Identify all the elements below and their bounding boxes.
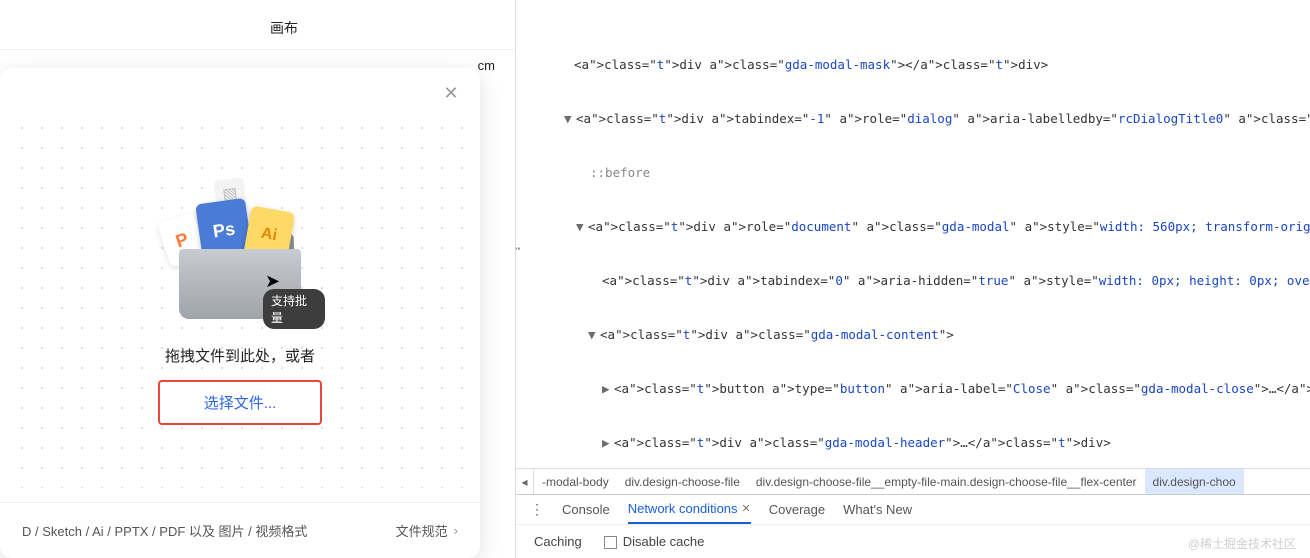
dom-line[interactable]: <a">class="t">div a">class="gda-modal-he… — [614, 435, 1111, 450]
disable-cache-label: Disable cache — [623, 534, 705, 549]
caching-label: Caching — [534, 534, 582, 549]
breadcrumb-item[interactable]: div.design-choose-file__empty-file-main.… — [748, 469, 1145, 494]
supported-formats: D / Sketch / Ai / PPTX / PDF 以及 图片 / 视频格… — [22, 521, 307, 540]
elements-tree[interactable]: ⋯ <a">class="t">div a">class="gda-modal-… — [516, 0, 1310, 468]
unit-label: cm — [478, 58, 495, 73]
drop-hint-text: 拖拽文件到此处，或者 — [165, 345, 315, 366]
tab-console[interactable]: Console — [562, 495, 610, 524]
topbar: 画布 — [0, 0, 515, 50]
dom-line[interactable]: <a">class="t">div a">class="gda-modal-ma… — [574, 57, 1048, 72]
drop-area[interactable]: ▧ P Ps Ai ➤ 支持批量 拖拽文件到此处，或者 选择文件... — [12, 118, 468, 488]
dom-line[interactable]: <a">class="t">button a">type="button" a"… — [614, 381, 1310, 396]
gutter-menu-icon[interactable]: ⋯ — [516, 240, 518, 258]
tab-coverage[interactable]: Coverage — [769, 495, 825, 524]
file-illustration: ▧ P Ps Ai ➤ 支持批量 — [155, 171, 325, 321]
disable-cache-checkbox[interactable]: Disable cache — [604, 534, 705, 549]
dom-line[interactable]: <a">class="t">div a">tabindex="-1" a">ro… — [576, 111, 1310, 126]
dom-line[interactable]: <a">class="t">div a">tabindex="0" a">ari… — [602, 273, 1310, 288]
tab-network-conditions[interactable]: Network conditions ✕ — [628, 495, 751, 524]
breadcrumb-prev-icon[interactable]: ◂ — [516, 469, 534, 494]
dom-line[interactable]: <a">class="t">div a">role="document" a">… — [588, 219, 1310, 234]
devtools-panel: ⋯ <a">class="t">div a">class="gda-modal-… — [515, 0, 1310, 558]
close-tab-icon[interactable]: ✕ — [742, 502, 751, 515]
close-icon[interactable]: ✕ — [440, 82, 462, 104]
dom-pseudo: ::before — [590, 165, 650, 180]
tab-label: Network conditions — [628, 501, 738, 516]
file-spec-link[interactable]: 文件规范 — [396, 521, 458, 540]
choose-file-button[interactable]: 选择文件... — [158, 380, 323, 425]
breadcrumb: ◂ -modal-body div.design-choose-file div… — [516, 468, 1310, 494]
batch-badge: 支持批量 — [263, 289, 325, 329]
upload-modal: ✕ ▧ P Ps Ai ➤ 支持批量 拖拽文件到此处，或者 选择文件... D … — [0, 68, 480, 558]
drawer-menu-icon[interactable]: ⋮ — [530, 501, 544, 518]
tab-whats-new[interactable]: What's New — [843, 495, 912, 524]
app-left-panel: 画布 cm ✕ ▧ P Ps Ai ➤ 支持批量 拖拽文件到此处，或者 选择文件… — [0, 0, 515, 558]
breadcrumb-item[interactable]: div.design-choose-file — [617, 469, 748, 494]
breadcrumb-item[interactable]: -modal-body — [534, 469, 617, 494]
watermark: @稀土掘金技术社区 — [1188, 535, 1296, 552]
modal-footer: D / Sketch / Ai / PPTX / PDF 以及 图片 / 视频格… — [0, 502, 480, 558]
canvas-label: 画布 — [270, 18, 298, 38]
drawer-tabs: ⋮ Console Network conditions ✕ Coverage W… — [516, 494, 1310, 524]
checkbox-icon[interactable] — [604, 536, 617, 549]
breadcrumb-item-selected[interactable]: div.design-choo — [1145, 469, 1244, 494]
dom-line[interactable]: <a">class="t">div a">class="gda-modal-co… — [600, 327, 954, 342]
